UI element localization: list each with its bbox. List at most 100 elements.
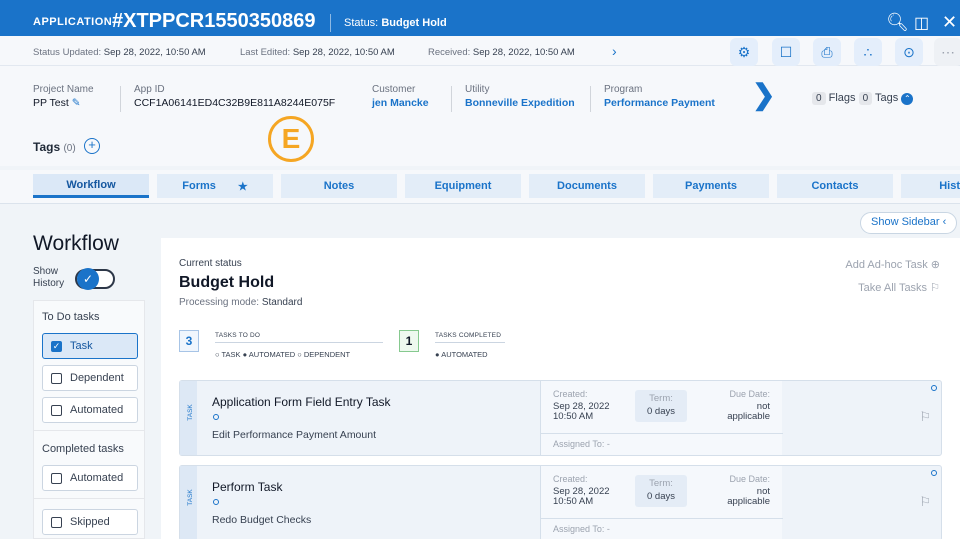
due-date-label: Due Date: (729, 474, 770, 484)
project-name-label: Project Name (33, 84, 94, 95)
filter-skipped-checkbox[interactable]: Skipped (42, 509, 138, 535)
filter-task-label: Task (70, 340, 93, 352)
term-label: Term: (649, 478, 673, 489)
divider (215, 342, 383, 343)
flag-icon[interactable]: ⚐ (919, 494, 931, 510)
search-icon[interactable]: 🔍︎ (886, 12, 909, 33)
task-name[interactable]: Application Form Field Entry Task (212, 395, 391, 409)
program-link[interactable]: Performance Payment (604, 97, 715, 109)
status-badge: Status: Budget Hold (344, 17, 447, 29)
add-tag-icon[interactable]: + (84, 138, 100, 154)
last-edited-label: Last Edited: (240, 47, 291, 58)
show-history-line2: History (33, 278, 65, 289)
chevron-right-icon[interactable]: › (612, 43, 617, 59)
assigned-to: Assigned To: - (553, 439, 610, 449)
pin-icon[interactable]: ★ (238, 180, 248, 193)
program-label: Program (604, 84, 643, 95)
due-date-line2: applicable (727, 496, 770, 507)
tab-equipment[interactable]: Equipment (405, 174, 521, 198)
checkbox-checked-icon: ✓ (51, 340, 62, 352)
location-pin-icon[interactable]: ⊙ (895, 38, 923, 66)
filter-completed-automated-label: Automated (70, 472, 124, 484)
header-divider (330, 14, 331, 32)
project-name-value: PP Test ✎ (33, 97, 94, 109)
hierarchy-icon[interactable]: ∴ (854, 38, 882, 66)
tab-workflow[interactable]: Workflow (33, 174, 149, 198)
status-value: Budget Hold (381, 17, 447, 29)
app-id-value: CCF1A06141ED4C32B9E811A8244E075F (134, 97, 336, 109)
panel-toggle-icon[interactable]: ◫ (914, 13, 929, 33)
task-name[interactable]: Perform Task (212, 480, 282, 494)
task-type-strip: TASK (180, 466, 197, 539)
application-details: Project Name PP Test ✎ App ID CCF1A06141… (0, 66, 960, 126)
tasks-todo-count: 3 (179, 330, 199, 352)
filter-skipped-label: Skipped (70, 516, 110, 528)
tab-payments[interactable]: Payments (653, 174, 769, 198)
task-description: Edit Performance Payment Amount (212, 429, 376, 441)
term-value: 0 days (647, 491, 675, 502)
add-adhoc-task-button[interactable]: Add Ad-hoc Task ⊕ (845, 258, 940, 271)
utility-link[interactable]: Bonneville Expedition (465, 97, 575, 109)
customer-field: Customer jen Mancke (372, 84, 429, 109)
divider (120, 86, 121, 112)
filter-task-checkbox[interactable]: ✓ Task (42, 333, 138, 359)
task-status-dot-icon (213, 414, 219, 420)
customer-label: Customer (372, 84, 416, 95)
filter-completed-automated-checkbox[interactable]: Automated (42, 465, 138, 491)
utility-field: Utility Bonneville Expedition (465, 84, 575, 109)
due-date-label: Due Date: (729, 389, 770, 399)
created-label: Created: (553, 474, 588, 484)
take-all-tasks-button[interactable]: Take All Tasks ⚐ (858, 281, 940, 294)
task-card[interactable]: TASK Application Form Field Entry Task E… (179, 380, 942, 456)
show-sidebar-button[interactable]: Show Sidebar ‹ (860, 212, 958, 234)
tab-bar: Workflow Forms ★ Notes Equipment Document… (0, 170, 960, 204)
term-value: 0 days (647, 406, 675, 417)
divider (435, 342, 505, 343)
tags-label[interactable]: Tags (875, 92, 898, 104)
tab-forms[interactable]: Forms ★ (157, 174, 273, 198)
tab-contacts[interactable]: Contacts (777, 174, 893, 198)
customer-link[interactable]: jen Mancke (372, 97, 429, 109)
task-meta: Created: Sep 28, 2022 10:50 AM Term: 0 day… (540, 381, 783, 455)
processing-mode-value: Standard (261, 297, 303, 308)
received-label: Received: (428, 47, 471, 58)
divider (590, 86, 591, 112)
term-label: Term: (649, 393, 673, 404)
application-id: #XTPPCR1550350869 (112, 10, 316, 32)
tab-history[interactable]: Hist (901, 174, 960, 198)
task-indicator-dot-icon (931, 385, 937, 391)
due-date-value: not applicable (727, 402, 770, 422)
flag-icon[interactable]: ⚐ (919, 409, 931, 425)
current-status-value: Budget Hold (179, 274, 275, 291)
tab-documents[interactable]: Documents (529, 174, 645, 198)
task-description: Redo Budget Checks (212, 514, 312, 526)
more-options-icon[interactable]: ⋯ (934, 38, 960, 66)
flag-icon: ⚐ (930, 282, 940, 294)
take-all-label: Take All Tasks (858, 282, 928, 294)
bookmark-icon[interactable]: ☐ (772, 38, 800, 66)
task-status-dot-icon (213, 499, 219, 505)
edit-pencil-icon[interactable]: ✎ (72, 97, 81, 109)
annotation-marker: E (268, 116, 314, 162)
tab-notes[interactable]: Notes (281, 174, 397, 198)
divider (541, 518, 783, 519)
completed-section-title: Completed tasks (42, 443, 124, 455)
filter-automated-checkbox[interactable]: Automated (42, 397, 138, 423)
expand-chevron-icon[interactable]: ❯ (752, 78, 775, 111)
close-icon[interactable]: ✕ (942, 12, 957, 33)
flags-count: 0 (812, 92, 826, 105)
divider (451, 86, 452, 112)
tasks-completed-legend: ● AUTOMATED (435, 350, 488, 359)
settings-icon[interactable]: ⚙ (730, 38, 758, 66)
flags-label[interactable]: Flags (829, 92, 856, 104)
print-icon[interactable]: ⎙ (813, 38, 841, 66)
show-history-toggle[interactable]: ✓ (75, 268, 115, 290)
chevron-up-icon[interactable]: ⌃ (901, 93, 914, 105)
project-name: PP Test (33, 97, 69, 109)
task-card[interactable]: TASK Perform Task Redo Budget Checks Cre… (179, 465, 942, 539)
app-label: APPLICATION (33, 16, 113, 28)
chevron-left-icon: ‹ (942, 216, 947, 228)
filter-dependent-checkbox[interactable]: Dependent (42, 365, 138, 391)
task-type-label: TASK (186, 404, 194, 421)
due-date-value: not applicable (727, 487, 770, 507)
